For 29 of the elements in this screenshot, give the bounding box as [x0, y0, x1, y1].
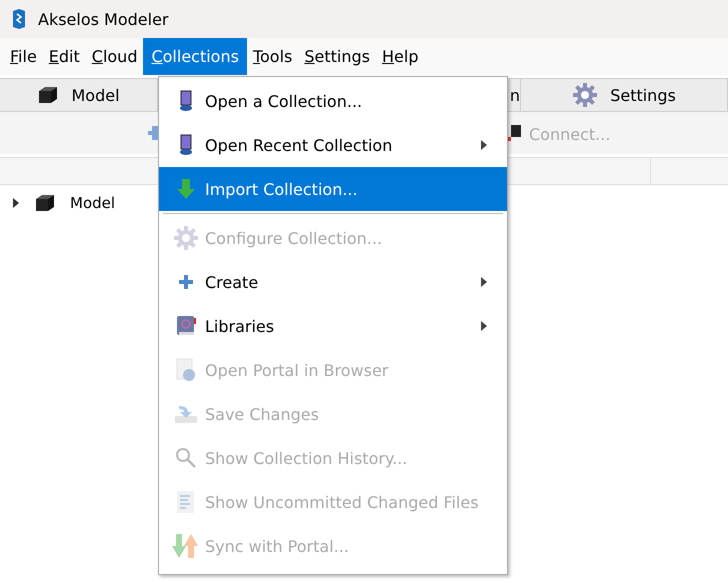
- window-title: Akselos Modeler: [38, 10, 169, 28]
- globe-page-icon: [174, 357, 198, 383]
- menu-item[interactable]: Create: [159, 260, 507, 304]
- download-arrow-icon: [174, 177, 198, 201]
- menu-item[interactable]: Libraries: [159, 304, 507, 348]
- cube-icon: [34, 193, 56, 213]
- sync-arrows-icon: [172, 532, 200, 560]
- menu-bar-item[interactable]: Help: [376, 38, 424, 75]
- menu-bar-item[interactable]: Settings: [298, 38, 376, 75]
- menu-bar-item[interactable]: File: [4, 38, 43, 75]
- menu-bar-item[interactable]: Collections: [143, 38, 247, 75]
- menu-item[interactable]: Open Recent Collection: [159, 123, 507, 167]
- cube-icon: [37, 85, 60, 105]
- app-logo-icon: [12, 9, 26, 29]
- search-icon: [174, 446, 198, 470]
- tab[interactable]: Model: [0, 79, 158, 111]
- submenu-arrow-icon: [481, 321, 487, 331]
- tree-item[interactable]: Model: [70, 194, 116, 212]
- gear-icon: [173, 225, 199, 251]
- submenu-arrow-icon: [481, 140, 487, 150]
- tab[interactable]: Settings: [521, 79, 728, 111]
- menu-bar-item[interactable]: Edit: [42, 38, 86, 75]
- menu-bar-item[interactable]: Tools: [246, 38, 298, 75]
- menu-item[interactable]: Open a Collection...: [159, 79, 507, 123]
- menu-bar-item[interactable]: Cloud: [86, 38, 144, 75]
- book-icon: [174, 314, 198, 338]
- menu-item[interactable]: Import Collection...: [159, 167, 507, 211]
- submenu-arrow-icon: [481, 277, 487, 287]
- gear-icon: [572, 82, 598, 108]
